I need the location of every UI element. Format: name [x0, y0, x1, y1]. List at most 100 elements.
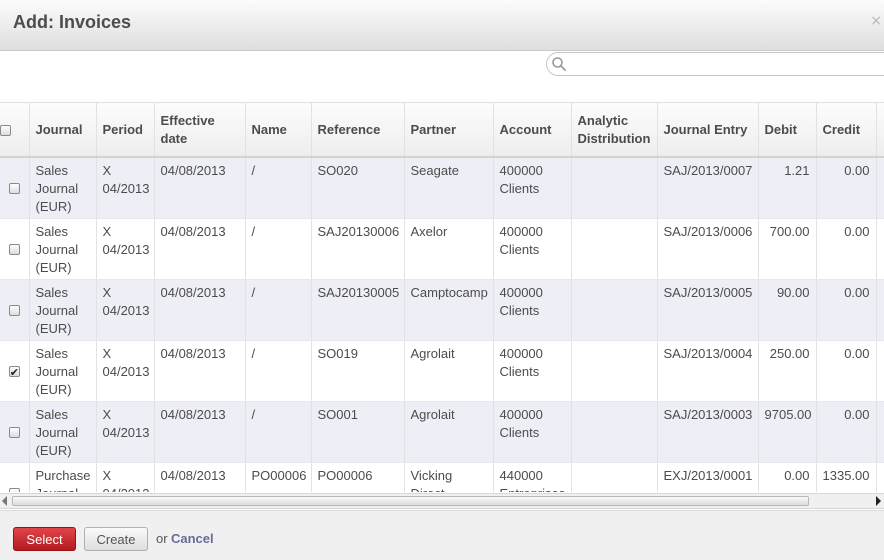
column-header-debit[interactable]: Debit [757, 103, 816, 158]
cell-effective-date: 04/08/2013 [153, 157, 245, 219]
cell-partner: Agrolait [403, 401, 493, 463]
table-header-row: Journal Period Effective date Name Refer… [0, 103, 884, 158]
cell-journal-entry: SAJ/2013/0005 [656, 279, 758, 341]
cell-overflow [875, 340, 884, 402]
search-box[interactable] [546, 52, 884, 76]
checkbox-unchecked[interactable] [8, 243, 20, 255]
select-all-checkbox[interactable] [0, 103, 29, 158]
column-header-credit[interactable]: Credit [815, 103, 876, 158]
table-row[interactable]: Sales Journal (EUR)X 04/201304/08/2013/S… [0, 340, 884, 402]
cell-journal: Purchase Journal [28, 462, 96, 492]
column-header-reference[interactable]: Reference [310, 103, 404, 158]
cancel-link[interactable]: Cancel [171, 531, 214, 546]
table-row[interactable]: Sales Journal (EUR)X 04/201304/08/2013/S… [0, 157, 884, 219]
cell-journal: Sales Journal (EUR) [28, 279, 96, 341]
row-checkbox[interactable] [0, 218, 29, 280]
cell-effective-date: 04/08/2013 [153, 462, 245, 492]
select-button[interactable]: Select [13, 527, 76, 551]
horizontal-scrollbar[interactable] [0, 493, 884, 509]
column-header-partner[interactable]: Partner [403, 103, 493, 158]
cell-account: 400000 Clients [492, 218, 571, 280]
row-checkbox[interactable] [0, 401, 29, 463]
row-checkbox[interactable] [0, 340, 29, 402]
cell-period: X 04/2013 [95, 340, 154, 402]
column-header-analytic-distribution[interactable]: Analytic Distribution [570, 103, 657, 158]
scroll-right-icon[interactable] [876, 496, 881, 506]
cell-reference: SO020 [310, 157, 404, 219]
table-row[interactable]: Sales Journal (EUR)X 04/201304/08/2013/S… [0, 279, 884, 341]
cell-account: 400000 Clients [492, 279, 571, 341]
column-header-journal[interactable]: Journal [28, 103, 96, 158]
cell-analytic-distribution [570, 401, 657, 463]
invoice-table: Journal Period Effective date Name Refer… [0, 103, 884, 492]
cell-journal-entry: SAJ/2013/0003 [656, 401, 758, 463]
create-button[interactable]: Create [84, 527, 148, 551]
cell-credit: 0.00 [815, 340, 876, 402]
cell-credit: 0.00 [815, 279, 876, 341]
cell-partner: Agrolait [403, 340, 493, 402]
table-row[interactable]: Sales Journal (EUR)X 04/201304/08/2013/S… [0, 218, 884, 280]
cell-period: X 04/2013 [95, 462, 154, 492]
cell-period: X 04/2013 [95, 279, 154, 341]
cell-period: X 04/2013 [95, 218, 154, 280]
cell-effective-date: 04/08/2013 [153, 340, 245, 402]
cell-credit: 0.00 [815, 157, 876, 219]
cell-reference: SO019 [310, 340, 404, 402]
column-header-effective-date[interactable]: Effective date [153, 103, 245, 158]
row-checkbox[interactable] [0, 462, 29, 492]
cell-debit: 250.00 [757, 340, 816, 402]
table-row[interactable]: Purchase JournalX 04/201304/08/2013 PO000… [0, 462, 884, 492]
scrollbar-thumb[interactable] [12, 496, 809, 506]
cell-effective-date: 04/08/2013 [153, 279, 245, 341]
cell-overflow [875, 401, 884, 463]
cell-debit: 90.00 [757, 279, 816, 341]
column-header-journal-entry[interactable]: Journal Entry [656, 103, 758, 158]
cell-journal-entry: SAJ/2013/0006 [656, 218, 758, 280]
cell-partner: Axelor [403, 218, 493, 280]
cell-account: 400000 Clients [492, 340, 571, 402]
cell-effective-date: 04/08/2013 [153, 401, 245, 463]
column-header-overflow [875, 103, 884, 158]
cell-partner: Seagate [403, 157, 493, 219]
cell-analytic-distribution [570, 462, 657, 492]
column-header-account[interactable]: Account [492, 103, 571, 158]
dialog-footer: Select Create or Cancel [0, 510, 884, 560]
cell-journal: Sales Journal (EUR) [28, 401, 96, 463]
table-row[interactable]: Sales Journal (EUR)X 04/201304/08/2013/S… [0, 401, 884, 463]
checkbox-unchecked[interactable] [8, 487, 20, 492]
cell-reference: PO00006 [310, 462, 404, 492]
search-icon [552, 57, 566, 71]
search-input[interactable] [571, 55, 871, 73]
cell-journal-entry: EXJ/2013/0001 [656, 462, 758, 492]
cell-reference: SAJ20130006 [310, 218, 404, 280]
cell-journal-entry: SAJ/2013/0004 [656, 340, 758, 402]
cell-overflow [875, 462, 884, 492]
cell-name: / [244, 157, 311, 219]
checkbox-unchecked[interactable] [8, 426, 20, 438]
column-header-name[interactable]: Name [244, 103, 311, 158]
cell-reference: SAJ20130005 [310, 279, 404, 341]
cell-analytic-distribution [570, 279, 657, 341]
cell-name: / [244, 279, 311, 341]
cell-debit: 1.21 [757, 157, 816, 219]
checkbox-checked[interactable] [8, 364, 20, 382]
close-icon[interactable]: × [870, 13, 882, 29]
invoice-list: Journal Period Effective date Name Refer… [0, 102, 884, 492]
row-checkbox[interactable] [0, 157, 29, 219]
dialog-header: Add: Invoices × [0, 0, 884, 51]
scroll-left-icon[interactable] [2, 496, 7, 506]
row-checkbox[interactable] [0, 279, 29, 341]
cell-debit: 700.00 [757, 218, 816, 280]
checkbox-unchecked[interactable] [8, 304, 20, 316]
dialog-title: Add: Invoices [13, 12, 132, 32]
cell-credit: 0.00 [815, 218, 876, 280]
cell-debit: 9705.00 [757, 401, 816, 463]
cell-debit: 0.00 [757, 462, 816, 492]
cell-credit: 1335.00 [815, 462, 876, 492]
cell-overflow [875, 279, 884, 341]
cell-overflow [875, 218, 884, 280]
cell-account: 440000 Entreprises [492, 462, 571, 492]
column-header-period[interactable]: Period [95, 103, 154, 158]
cell-analytic-distribution [570, 157, 657, 219]
checkbox-unchecked[interactable] [8, 182, 20, 194]
